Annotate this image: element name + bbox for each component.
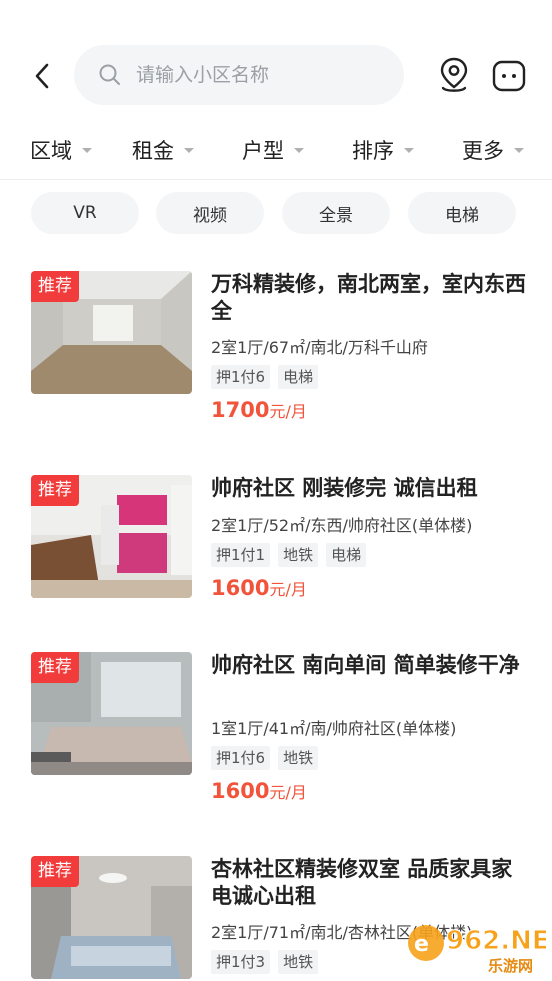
filter-bar: 区域 租金 户型 排序 更多 [0,120,552,180]
filter-more[interactable]: 更多 [462,130,524,170]
filter-sort[interactable]: 排序 [352,130,414,170]
listing-card[interactable]: 推荐 万科精装修，南北两室，室内东西全 2室1厅/67㎡/南北/万科千山府 押1… [0,271,552,441]
filter-label: 户型 [242,139,284,163]
listing-badges: 押1付6 电梯 [211,365,326,389]
listing-badges: 押1付6 地铁 [211,746,326,770]
back-arrow-icon [35,63,49,89]
search-input[interactable] [136,64,396,86]
price-value: 1600 [211,779,270,803]
filter-label: 租金 [132,139,174,163]
listing-price: 1600元/月 [211,576,307,600]
recommend-badge: 推荐 [31,271,79,302]
caret-down-icon [514,147,524,153]
listing-title: 万科精装修，南北两室，室内东西全 [211,272,526,323]
feature-badge: 电梯 [326,543,367,567]
listing-card[interactable]: 推荐 帅府社区 南向单间 简单装修干净 1室1厅/41㎡/南/帅府社区(单体楼)… [0,652,552,822]
listing-price: 1700元/月 [211,398,307,422]
listing-badges: 押1付3 地铁 [211,950,326,974]
deposit-badge: 押1付1 [211,543,271,567]
watermark-big-text: 962.NET [446,926,546,956]
listing-meta: 1室1厅/41㎡/南/帅府社区(单体楼) [211,719,457,738]
feature-badge: 电梯 [278,365,319,389]
filter-layout[interactable]: 户型 [242,130,304,170]
chip-elevator[interactable]: 电梯 [408,192,516,234]
chip-vr[interactable]: VR [31,192,139,234]
site-watermark-logo: e 962.NET 乐游网 [408,925,546,975]
caret-down-icon [404,147,414,153]
price-value: 1600 [211,576,270,600]
filter-region[interactable]: 区域 [30,130,92,170]
recommend-badge: 推荐 [31,856,79,887]
svg-text:e: e [414,932,429,957]
feature-badge: 地铁 [278,950,319,974]
price-unit: 元/月 [269,402,307,421]
filter-rent[interactable]: 租金 [132,130,194,170]
listing-title: 帅府社区 南向单间 简单装修干净 [211,653,520,677]
deposit-badge: 押1付3 [211,950,271,974]
location-pin-icon[interactable] [434,55,474,95]
search-icon [98,61,126,89]
listing-card[interactable]: 推荐 帅府社区 刚装修完 诚信出租 2室1厅/52㎡/东西/帅府社区(单体楼) … [0,475,552,645]
filter-label: 区域 [30,139,72,163]
recommend-badge: 推荐 [31,475,79,506]
price-unit: 元/月 [269,783,307,802]
listing-meta: 2室1厅/52㎡/东西/帅府社区(单体楼) [211,516,473,535]
listing-title: 杏林社区精装修双室 品质家具家电诚心出租 [211,857,513,908]
watermark-small-text: 乐游网 [488,957,533,975]
caret-down-icon [294,147,304,153]
back-button[interactable] [22,54,62,98]
listing-photo: 推荐 [31,856,192,979]
listing-photo: 推荐 [31,475,192,598]
listing-photo: 推荐 [31,271,192,394]
caret-down-icon [82,147,92,153]
filter-label: 更多 [462,139,504,163]
chip-panorama[interactable]: 全景 [282,192,390,234]
price-unit: 元/月 [269,580,307,599]
filter-label: 排序 [352,139,394,163]
chip-video[interactable]: 视频 [156,192,264,234]
deposit-badge: 押1付6 [211,746,271,770]
listing-title: 帅府社区 刚装修完 诚信出租 [211,476,478,500]
listing-price: 1600元/月 [211,779,307,803]
recommend-badge: 推荐 [31,652,79,683]
caret-down-icon [184,147,194,153]
feature-badge: 地铁 [278,543,319,567]
feature-badge: 地铁 [278,746,319,770]
listing-meta: 2室1厅/67㎡/南北/万科千山府 [211,338,428,357]
deposit-badge: 押1付6 [211,365,271,389]
listing-badges: 押1付1 地铁 电梯 [211,543,374,567]
quick-filter-chips: VR 视频 全景 电梯 [0,192,552,236]
message-icon[interactable] [490,57,528,95]
search-bar[interactable] [74,45,404,105]
price-value: 1700 [211,398,270,422]
top-bar [0,0,552,120]
listing-photo: 推荐 [31,652,192,775]
